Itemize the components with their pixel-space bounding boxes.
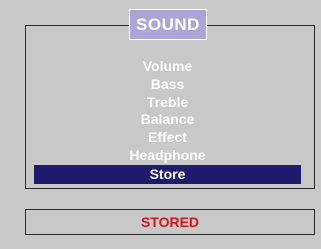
menu-list: Volume Bass Treble Balance Effect Headph… bbox=[34, 58, 301, 184]
menu-item-store[interactable]: Store bbox=[34, 164, 301, 184]
status-message: STORED bbox=[25, 209, 315, 235]
menu-item-balance[interactable]: Balance bbox=[34, 111, 301, 129]
menu-item-headphone[interactable]: Headphone bbox=[34, 147, 301, 165]
menu-item-volume[interactable]: Volume bbox=[34, 58, 301, 76]
menu-title: SOUND bbox=[129, 9, 207, 40]
menu-item-effect[interactable]: Effect bbox=[34, 129, 301, 147]
menu-item-bass[interactable]: Bass bbox=[34, 76, 301, 94]
menu-item-treble[interactable]: Treble bbox=[34, 94, 301, 112]
